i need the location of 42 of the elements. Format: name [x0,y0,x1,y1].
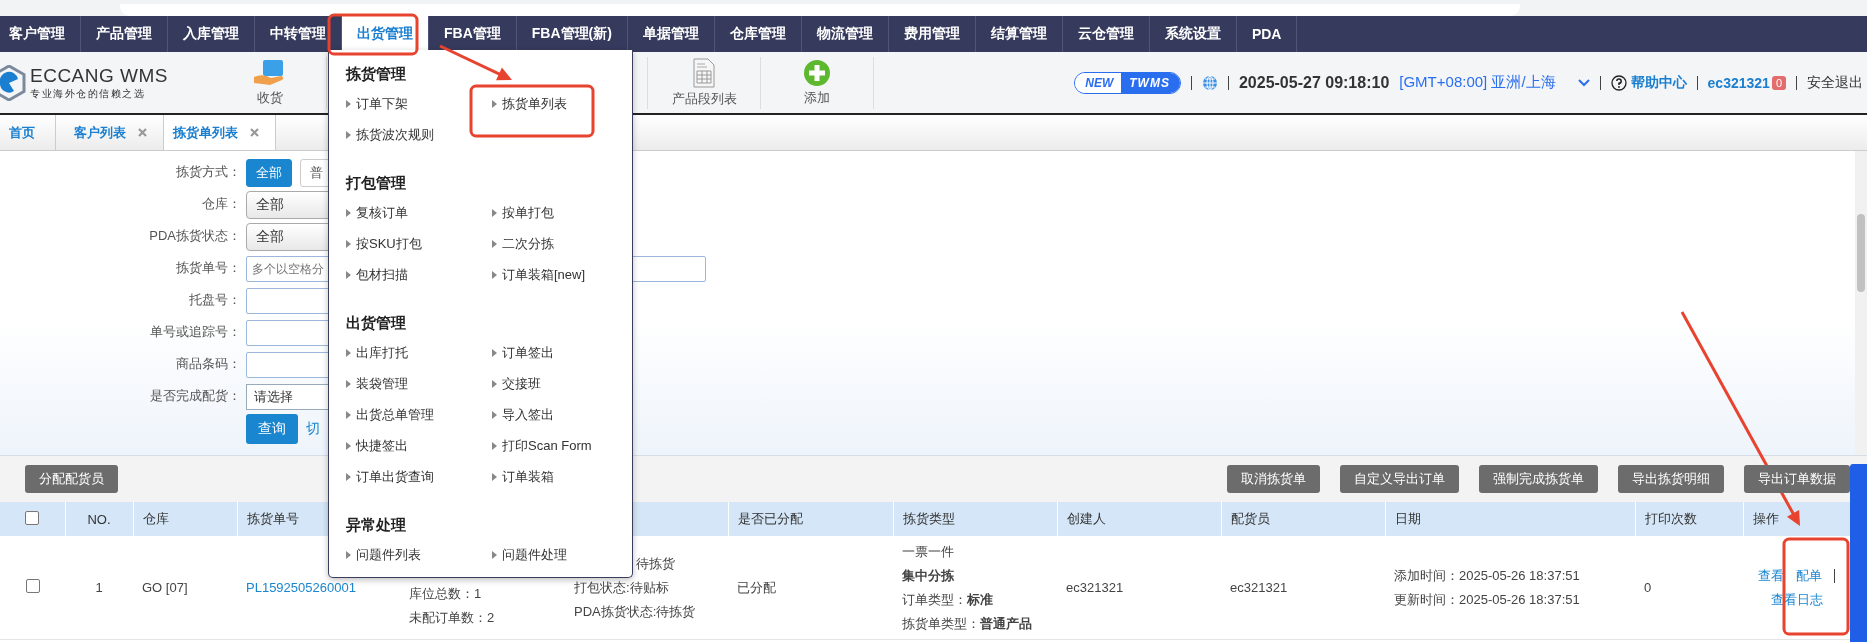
column-header: 操作 [1752,511,1779,526]
logo-text: ECCANG WMS [30,64,168,87]
logo-slogan: 专业海外仓的信赖之选 [30,86,146,101]
table-cell: 1 [95,580,103,595]
column-header: 拣货单号 [246,511,299,526]
table-cell: 更新时间：2025-05-26 18:37:51 [1394,590,1580,609]
column-header: NO. [87,511,111,527]
menu-heading: 异常处理 [346,516,407,535]
column-header: 配货员 [1230,511,1270,526]
table-cell: 库位总数：1 [409,584,482,603]
field-label: 是否完成配货： [149,387,241,405]
menu-heading: 打包管理 [346,174,407,193]
column-header: 日期 [1394,511,1421,526]
table-cell: 添加时间：2025-05-26 18:37:51 [1394,566,1580,585]
field-label: PDA拣货状态： [148,227,241,245]
field-label: 单号或追踪号： [149,323,241,341]
column-header: 拣货类型 [902,511,955,526]
table-cell: 一票一件 [902,542,954,561]
table-cell: ec321321 [1066,580,1124,595]
menu-heading: 拣货管理 [346,65,407,84]
table-cell: 0 [1644,580,1652,595]
field-label: 拣货方式： [175,163,241,181]
column-header: 打印次数 [1644,511,1697,526]
column-header: 创建人 [1066,511,1106,526]
date-time: 2025-05-27 09:18:10 [1238,73,1390,92]
field-label: 商品条码： [175,355,241,373]
field-label: 仓库： [201,195,241,213]
table-cell: 未配订单数：2 [409,608,495,627]
column-header: 是否已分配 [737,511,803,526]
field-label: 托盘号： [188,291,241,309]
table-cell: 订单类型：标准 [902,590,993,609]
table-cell: 已分配 [737,579,776,595]
field-label: 拣货单号： [175,259,241,277]
table-cell: 打包状态:待贴标 [574,578,669,597]
table-cell: GO [07] [142,580,188,595]
table-cell: PDA拣货状态:待拣货 [574,602,696,621]
table-cell: ec321321 [1230,580,1288,595]
column-header: 仓库 [142,511,169,526]
table-cell: 拣货单类型：普通产品 [902,614,1032,633]
table-cell: 集中分拣 [902,566,954,585]
table-cell: 待拣货 [636,554,675,573]
menu-heading: 出货管理 [346,314,407,333]
